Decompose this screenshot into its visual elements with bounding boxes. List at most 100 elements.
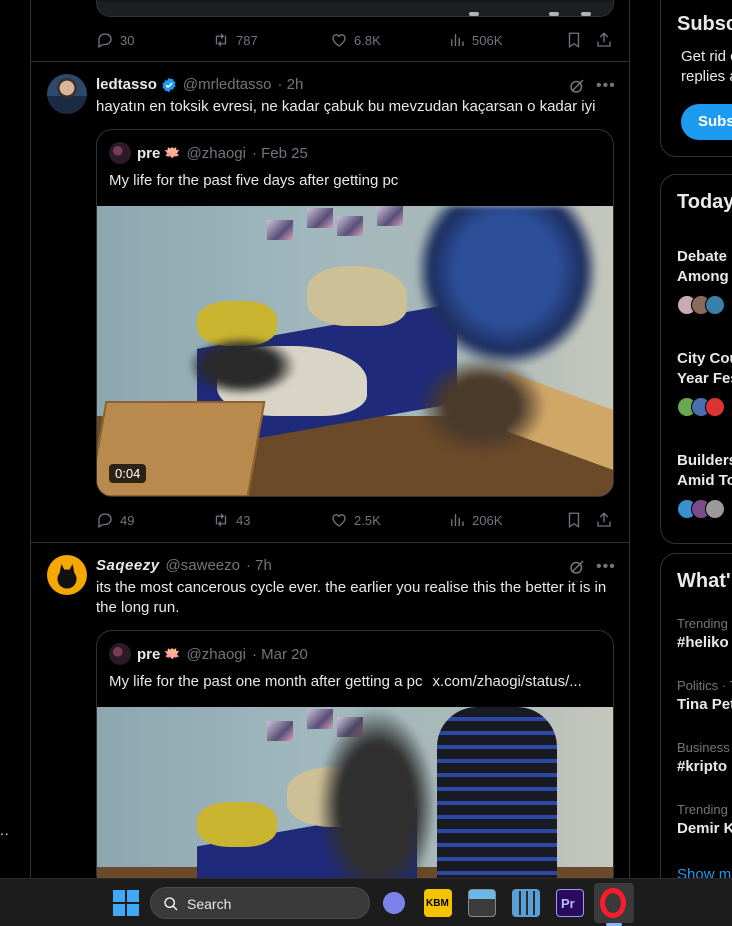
grok-icon[interactable] [568, 558, 586, 576]
like-button[interactable]: 6.8K [330, 31, 381, 49]
quoted-tweet[interactable]: pre 🪷 @zhaogi · Mar 20 My life for the p… [96, 630, 614, 878]
start-button[interactable] [112, 889, 140, 917]
opera-browser-icon[interactable] [600, 888, 626, 918]
video-control[interactable] [469, 12, 479, 16]
tweet[interactable]: Saqeezy @saweezo · 7h ••• its the most c… [31, 543, 629, 878]
grok-icon[interactable] [568, 77, 586, 95]
views-button[interactable]: 506K [448, 31, 502, 49]
lotus-emoji: 🪷 [164, 646, 181, 661]
quote-header: pre 🪷 @zhaogi · Feb 25 [109, 142, 308, 164]
news-headline: Among [677, 268, 729, 285]
subscribe-button[interactable]: Subsc [681, 104, 732, 140]
repost-button[interactable]: 43 [212, 511, 250, 529]
video-thumbnail[interactable] [97, 707, 613, 878]
news-card: Today Debate Among City Cou Year Fes Bui… [660, 174, 732, 544]
subscribe-line: replies a [681, 68, 732, 85]
news-headline: Year Fes [677, 370, 732, 387]
quote-text-row: My life for the past one month after get… [109, 672, 582, 692]
quote-handle: @zhaogi [186, 645, 246, 663]
timeline: 30 787 6.8K 506K ledtasso @mrledtasso · … [30, 0, 630, 878]
subscribe-card: Subsc Get rid c replies a Subsc [660, 0, 732, 157]
news-avatars [677, 499, 725, 519]
more-options-icon[interactable]: ••• [596, 78, 615, 98]
analytics-icon [451, 34, 464, 46]
news-headline: Amid To [677, 472, 732, 489]
video-control[interactable] [549, 12, 559, 16]
quote-link[interactable]: x.com/zhaogi/status/... [433, 673, 582, 690]
video-controls-bar [97, 2, 613, 16]
news-avatars [677, 397, 725, 417]
heart-icon [332, 34, 346, 47]
tweet-text: its the most cancerous cycle ever. the e… [96, 579, 607, 616]
trend-item[interactable]: #kripto [677, 758, 727, 775]
share-button[interactable] [595, 511, 613, 529]
trends-title: What' [677, 570, 731, 592]
trend-item[interactable]: #heliko [677, 634, 729, 651]
quote-text: My life for the past one month after get… [109, 673, 423, 690]
video-control[interactable] [581, 12, 591, 16]
handle[interactable]: @saweezo [166, 557, 240, 574]
prev-tweet-actions: 30 787 6.8K 506K [96, 30, 614, 50]
kbm-app-icon[interactable]: KBM [424, 889, 452, 917]
share-button[interactable] [595, 31, 613, 49]
quote-display-name: pre [137, 144, 161, 162]
trends-card: What' Trending #heliko Politics · T Tina… [660, 553, 732, 913]
search-icon [164, 897, 178, 911]
tweet-header: ledtasso @mrledtasso · 2h [96, 76, 303, 93]
video-duration: 0:04 [109, 464, 147, 483]
timestamp[interactable]: · 7h [246, 557, 272, 574]
taskbar-search[interactable]: Search [150, 887, 370, 919]
display-name[interactable]: Saqeezy [96, 557, 160, 574]
quoted-tweet[interactable]: pre 🪷 @zhaogi · Feb 25 My life for the p… [96, 129, 614, 497]
overflow-text: .. [0, 822, 10, 838]
repost-icon [215, 513, 227, 527]
quote-handle: @zhaogi [186, 144, 246, 162]
reply-button[interactable]: 49 [96, 511, 134, 529]
keyboard-app-icon[interactable] [468, 889, 496, 917]
like-button[interactable]: 2.5K [330, 511, 381, 529]
bookmark-button[interactable] [565, 511, 583, 529]
trend-category: Trending [677, 802, 728, 817]
calculator-icon[interactable] [512, 889, 540, 917]
news-avatars [677, 295, 725, 315]
reply-icon [98, 513, 112, 528]
video-thumbnail[interactable]: 0:04 [97, 206, 613, 496]
news-headline: Debate [677, 248, 728, 265]
verified-badge-icon [162, 77, 176, 92]
repost-count: 43 [236, 512, 251, 528]
reply-button[interactable]: 30 [96, 31, 134, 49]
like-count: 2.5K [354, 512, 381, 528]
previous-media[interactable] [96, 0, 614, 17]
premiere-pro-icon[interactable]: Pr [556, 889, 584, 917]
views-button[interactable]: 206K [448, 511, 502, 529]
avatar[interactable] [47, 555, 87, 595]
bookmark-button[interactable] [565, 31, 583, 49]
lotus-emoji: 🪷 [164, 145, 181, 160]
analytics-icon [451, 514, 464, 526]
view-count: 506K [472, 32, 503, 48]
news-headline: Builders [677, 452, 732, 469]
view-count: 206K [472, 512, 503, 528]
bookmark-icon [568, 32, 580, 49]
tweet-actions: 49 43 2.5K 206K [96, 510, 614, 530]
trend-item[interactable]: Demir K [677, 820, 732, 837]
tweet[interactable]: ledtasso @mrledtasso · 2h ••• hayatın en… [31, 62, 629, 542]
subscribe-line: Get rid c [681, 48, 732, 65]
trend-category: Politics · T [677, 678, 732, 693]
repost-button[interactable]: 787 [212, 31, 258, 49]
repost-icon [215, 33, 227, 47]
quote-timestamp: · Mar 20 [251, 645, 308, 663]
meet-app-icon[interactable] [380, 889, 408, 917]
timestamp[interactable]: · 2h [277, 76, 303, 93]
avatar[interactable] [47, 74, 87, 114]
news-title: Today [677, 191, 732, 213]
more-options-icon[interactable]: ••• [596, 559, 615, 579]
quote-timestamp: · Feb 25 [251, 144, 308, 162]
handle[interactable]: @mrledtasso [183, 76, 272, 93]
display-name[interactable]: ledtasso [96, 76, 157, 93]
tweet-text: hayatın en toksik evresi, ne kadar çabuk… [96, 98, 596, 115]
search-label: Search [187, 896, 232, 912]
trend-item[interactable]: Tina Pet [677, 696, 732, 713]
windows-logo-icon [113, 890, 125, 902]
quote-header: pre 🪷 @zhaogi · Mar 20 [109, 643, 308, 665]
